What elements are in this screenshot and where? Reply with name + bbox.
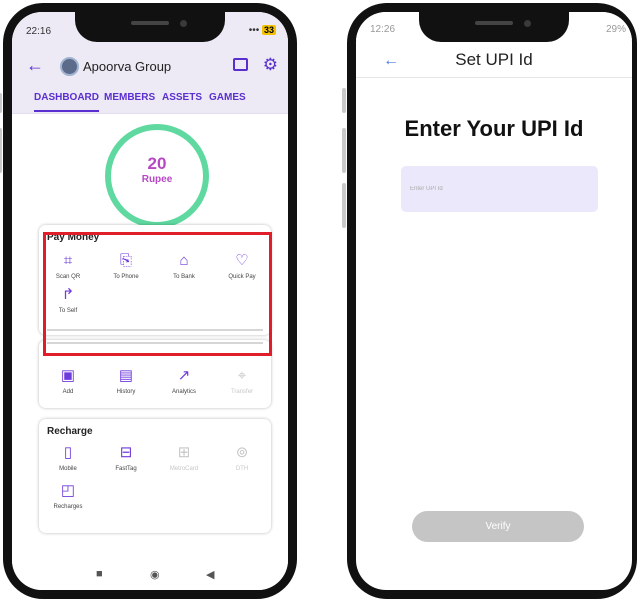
pay-money-highlight — [43, 232, 272, 356]
dth-tile[interactable]: ⊚ DTH — [213, 443, 271, 472]
volume-button — [0, 93, 2, 113]
back-nav-icon[interactable]: ◀ — [206, 568, 214, 581]
recents-icon[interactable]: ■ — [96, 568, 103, 580]
tab-members[interactable]: MEMBERS — [104, 92, 155, 103]
home-icon[interactable]: ◉ — [150, 568, 160, 581]
android-nav-bar: ■ ◉ ◀ — [12, 560, 288, 590]
notch — [75, 12, 225, 42]
volume-button — [0, 128, 2, 173]
tile-label: FastTag — [115, 466, 137, 472]
camera-dot — [524, 20, 531, 27]
chat-icon[interactable] — [233, 58, 248, 71]
tile-label: DTH — [235, 466, 249, 472]
recharges-icon: ◰ — [60, 482, 76, 499]
transfer-icon: ⌖ — [237, 367, 247, 384]
upi-id-input[interactable] — [401, 166, 598, 212]
battery-badge: 33 — [261, 25, 276, 35]
verify-button[interactable]: Verify — [412, 511, 584, 542]
analytics-tile[interactable]: ↗ Analytics — [155, 366, 213, 395]
tile-label: Analytics — [171, 389, 196, 395]
status-time: 22:16 — [26, 26, 52, 37]
gear-icon[interactable]: ⚙ — [263, 55, 278, 75]
group-avatar — [60, 57, 79, 76]
speaker-grille — [475, 21, 513, 25]
wallet-icon: ▣ — [60, 367, 76, 384]
analytics-icon: ↗ — [177, 367, 191, 384]
recharge-title: Recharge — [47, 426, 93, 437]
antenna-icon: ⊚ — [235, 444, 249, 461]
balance-ring: 20 Rupee — [105, 124, 209, 228]
add-tile[interactable]: ▣ Add — [39, 366, 97, 395]
fasttag-tile[interactable]: ⊟ FastTag — [97, 443, 155, 472]
history-icon: ▤ — [118, 367, 134, 384]
tile-label: MetroCard — [169, 466, 199, 472]
balance-amount: 20 — [147, 154, 167, 173]
recharge-card: Recharge ▯ Mobile ⊟ FastTag ⊞ MetroCard … — [39, 419, 271, 533]
tab-assets[interactable]: ASSETS — [162, 92, 202, 103]
tile-label: Transfer — [230, 389, 254, 395]
status-time: 12:26 — [370, 24, 396, 35]
group-title: Apoorva Group — [83, 59, 172, 74]
transfer-tile[interactable]: ⌖ Transfer — [213, 366, 271, 395]
back-arrow-icon[interactable]: ← — [383, 52, 399, 70]
right-phone-frame: 12:26 29% Set UPI Id ← Enter Your UPI Id… — [342, 3, 637, 599]
battery-percent: 29% — [605, 24, 626, 35]
notch — [419, 12, 569, 42]
right-screen: 12:26 29% Set UPI Id ← Enter Your UPI Id… — [356, 12, 632, 590]
tile-label: Mobile — [59, 466, 77, 472]
left-screen: 22:16 ••• 33 ← Apoorva Group ⚙ DASHBOARD… — [12, 12, 288, 590]
tab-bar: DASHBOARD MEMBERS ASSETS GAMES — [12, 82, 288, 114]
left-phone-frame: 22:16 ••• 33 ← Apoorva Group ⚙ DASHBOARD… — [0, 3, 297, 599]
volume-button — [342, 128, 346, 173]
back-arrow-icon[interactable]: ← — [26, 55, 44, 76]
tile-label: Add — [62, 389, 74, 395]
signal-dots: ••• — [248, 25, 260, 36]
tile-label: History — [116, 389, 136, 395]
mobile-icon: ▯ — [63, 444, 73, 461]
metrocard-tile[interactable]: ⊞ MetroCard — [155, 443, 213, 472]
history-tile[interactable]: ▤ History — [97, 366, 155, 395]
balance-unit: Rupee — [141, 174, 173, 185]
tab-dashboard[interactable]: DASHBOARD — [34, 92, 99, 112]
tab-games[interactable]: GAMES — [209, 92, 246, 103]
status-right: ••• 33 — [249, 25, 276, 36]
stage: 22:16 ••• 33 ← Apoorva Group ⚙ DASHBOARD… — [0, 0, 637, 599]
tile-label: Recharges — [53, 504, 83, 510]
camera-dot — [180, 20, 187, 27]
power-button — [342, 183, 346, 228]
app-bar: Set UPI Id ← — [356, 46, 632, 78]
metro-icon: ⊞ — [177, 444, 191, 461]
car-icon: ⊟ — [119, 444, 133, 461]
speaker-grille — [131, 21, 169, 25]
volume-button — [342, 88, 346, 113]
recharges-tile[interactable]: ◰ Recharges — [39, 481, 97, 510]
upi-heading: Enter Your UPI Id — [404, 116, 584, 141]
mobile-tile[interactable]: ▯ Mobile — [39, 443, 97, 472]
app-bar: ← Apoorva Group ⚙ — [12, 52, 288, 82]
